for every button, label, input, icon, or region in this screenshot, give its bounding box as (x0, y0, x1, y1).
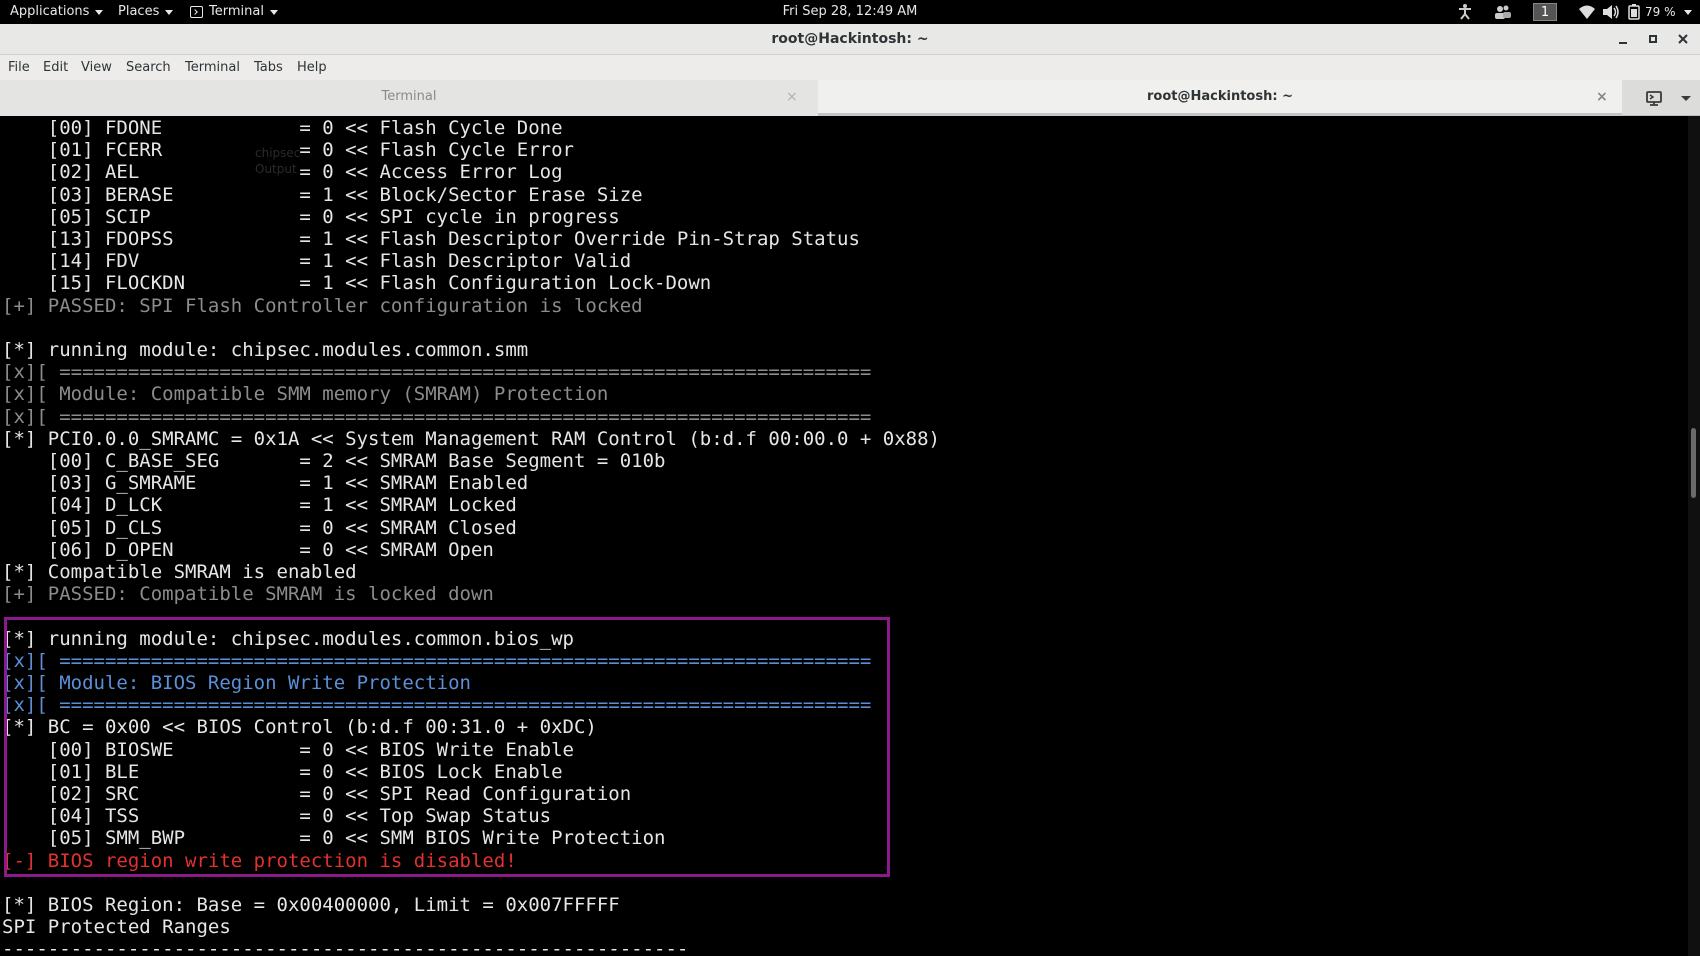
terminal-line: [00] BIOSWE = 0 << BIOS Write Enable (2, 738, 574, 761)
menu-view[interactable]: View (81, 55, 112, 80)
window-titlebar[interactable]: root@Hackintosh: ~ (0, 24, 1700, 55)
terminal-line: [+] PASSED: Compatible SMRAM is locked d… (2, 583, 494, 606)
top-bar: Applications Places Terminal Fri Sep 28,… (0, 0, 1700, 24)
terminal-line: [x][ ===================================… (2, 361, 872, 384)
new-tab-button[interactable] (1636, 80, 1672, 116)
terminal-icon (190, 6, 203, 18)
tab-terminal[interactable]: Terminal × (0, 80, 818, 116)
volume-icon[interactable] (1602, 0, 1620, 24)
system-menu-chevron[interactable] (1684, 0, 1692, 24)
places-label: Places (118, 4, 160, 19)
terminal-line: [*] Compatible SMRAM is enabled (2, 561, 357, 583)
terminal-line: [05] D_CLS = 0 << SMRAM Closed (2, 516, 517, 539)
menu-bar: File Edit View Search Terminal Tabs Help (0, 55, 1700, 80)
terminal-line: [*] running module: chipsec.modules.comm… (2, 339, 529, 361)
terminal-line: [00] FDONE = 0 << Flash Cycle Done (2, 117, 563, 139)
terminal-line: ----------------------------------------… (2, 938, 689, 956)
terminal-line: [05] SCIP = 0 << SPI cycle in progress (2, 205, 620, 228)
tab-bar: Terminal × root@Hackintosh: ~ × (0, 80, 1700, 116)
terminal-line: [x][ Module: BIOS Region Write Protectio… (2, 672, 471, 694)
terminal-line: [04] TSS = 0 << Top Swap Status (2, 805, 552, 828)
terminal-line: [+] PASSED: SPI Flash Controller configu… (2, 294, 643, 317)
places-menu[interactable]: Places (118, 0, 174, 24)
tab-label: root@Hackintosh: ~ (1147, 89, 1293, 104)
terminal-line: [01] BLE = 0 << BIOS Lock Enable (2, 760, 563, 783)
menu-file[interactable]: File (8, 55, 30, 80)
menu-terminal[interactable]: Terminal (185, 55, 240, 80)
terminal-profile-icon (1646, 91, 1662, 106)
terminal-line: [x][ ===================================… (2, 694, 872, 717)
terminal-scrollbar[interactable] (1688, 116, 1700, 956)
menu-search[interactable]: Search (126, 55, 171, 80)
maximize-icon (1649, 35, 1657, 43)
battery-icon[interactable] (1628, 0, 1640, 24)
wifi-icon[interactable] (1578, 0, 1596, 24)
terminal-line: [06] D_OPEN = 0 << SMRAM Open (2, 538, 494, 561)
menu-help[interactable]: Help (297, 55, 327, 80)
terminal-line: [*] PCI0.0.0_SMRAMC = 0x1A << System Man… (2, 427, 940, 450)
applications-label: Applications (10, 4, 90, 19)
menu-edit[interactable]: Edit (43, 55, 68, 80)
terminal-line: [x][ ===================================… (2, 405, 872, 428)
terminal-line: [01] FCERR = 0 << Flash Cycle Error (2, 139, 574, 162)
tab-label: Terminal (381, 89, 437, 104)
terminal-line: [05] SMM_BWP = 0 << SMM BIOS Write Prote… (2, 827, 666, 850)
terminal-line: [03] BERASE = 1 << Block/Sector Erase Si… (2, 183, 643, 206)
terminal-line: [*] BIOS Region: Base = 0x00400000, Limi… (2, 894, 620, 916)
terminal-line: [00] C_BASE_SEG = 2 << SMRAM Base Segmen… (2, 450, 666, 472)
tab-root-hackintosh[interactable]: root@Hackintosh: ~ × (818, 80, 1622, 116)
users-icon[interactable] (1494, 0, 1512, 24)
terminal-line: [*] running module: chipsec.modules.comm… (2, 627, 574, 650)
scrollbar-thumb[interactable] (1691, 428, 1696, 498)
terminal-line: [13] FDOPSS = 1 << Flash Descriptor Over… (2, 228, 860, 250)
maximize-button[interactable] (1645, 31, 1661, 47)
minimize-icon (1619, 42, 1627, 44)
terminal-line: SPI Protected Ranges (2, 916, 231, 939)
close-tab-icon[interactable]: × (1596, 80, 1608, 114)
tabs-menu-button[interactable] (1672, 80, 1700, 116)
terminal-line: [-] BIOS region write protection is disa… (2, 849, 517, 872)
accessibility-icon[interactable] (1456, 0, 1474, 24)
chevron-down-icon (1684, 9, 1692, 15)
terminal-line: [03] G_SMRAME = 1 << SMRAM Enabled (2, 472, 529, 495)
chevron-down-icon (1681, 96, 1691, 101)
window-title: root@Hackintosh: ~ (771, 31, 929, 47)
terminal-output[interactable]: chipsec Output [00] FDONE = 0 << Flash C… (0, 116, 1688, 956)
terminal-app-label: Terminal (209, 4, 264, 19)
chevron-down-icon (165, 9, 174, 15)
close-icon (1678, 34, 1688, 44)
chevron-down-icon (95, 9, 104, 15)
terminal-line: [02] SRC = 0 << SPI Read Configuration (2, 783, 632, 805)
applications-menu[interactable]: Applications (10, 0, 104, 24)
terminal-line: [14] FDV = 1 << Flash Descriptor Valid (2, 250, 632, 273)
terminal-line: [x][ ===================================… (2, 649, 872, 672)
terminal-line: [x][ Module: Compatible SMM memory (SMRA… (2, 383, 609, 406)
menu-tabs[interactable]: Tabs (254, 55, 283, 80)
workspace-indicator[interactable]: 1 (1533, 3, 1557, 21)
chevron-down-icon (269, 9, 278, 15)
terminal-line: [02] AEL = 0 << Access Error Log (2, 161, 563, 184)
battery-percent: 79 % (1645, 5, 1676, 19)
terminal-line: [15] FLOCKDN = 1 << Flash Configuration … (2, 272, 712, 295)
close-window-button[interactable] (1675, 31, 1691, 47)
terminal-line: [*] BC = 0x00 << BIOS Control (b:d.f 00:… (2, 716, 597, 739)
terminal-line: [04] D_LCK = 1 << SMRAM Locked (2, 494, 517, 517)
minimize-button[interactable] (1615, 31, 1631, 47)
close-tab-icon[interactable]: × (786, 80, 798, 114)
terminal-app-menu[interactable]: Terminal (190, 0, 278, 24)
